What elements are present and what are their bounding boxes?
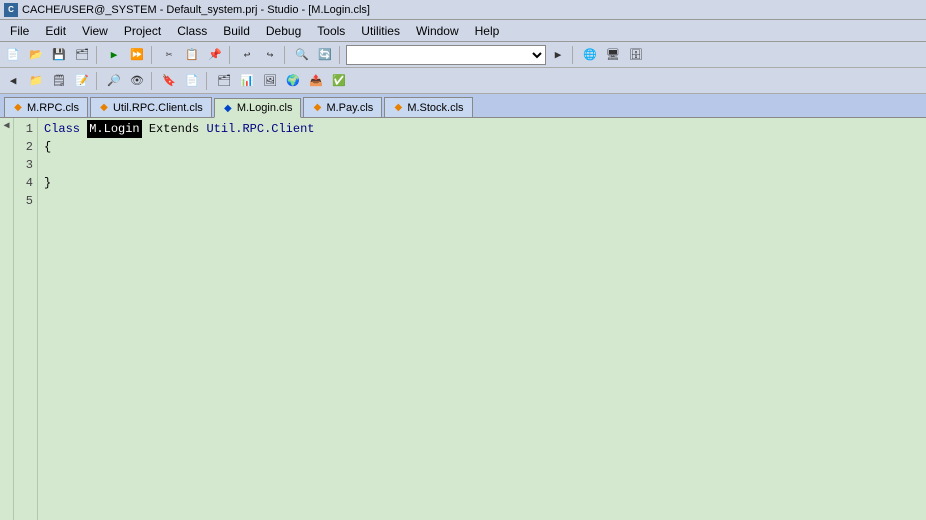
menu-project[interactable]: Project (116, 22, 169, 40)
go-button[interactable]: ▶ (547, 45, 569, 65)
open-button[interactable]: 📂 (25, 45, 47, 65)
menu-view[interactable]: View (74, 22, 116, 40)
inspect-button[interactable]: 🔎 (103, 71, 125, 91)
line-num-3: 3 (14, 156, 33, 174)
classname-highlight: M.Login (87, 120, 141, 138)
code-editor[interactable]: Class M.Login Extends Util.RPC.Client { … (38, 118, 926, 520)
web-button[interactable]: 🌐 (579, 45, 601, 65)
separator-5 (339, 46, 343, 64)
bookmark-button[interactable]: 🔖 (158, 71, 180, 91)
tab-utilrpc[interactable]: ◆ Util.RPC.Client.cls (90, 97, 212, 117)
copy-button[interactable]: 📋 (181, 45, 203, 65)
explorer2-button[interactable]: 📊 (236, 71, 258, 91)
menu-debug[interactable]: Debug (258, 22, 309, 40)
save-button[interactable]: 💾 (48, 45, 70, 65)
line-num-1: 1 (14, 120, 33, 138)
server-button[interactable]: 🖥 (602, 45, 624, 65)
titlebar: C CACHE/USER@_SYSTEM - Default_system.pr… (0, 0, 926, 20)
code-line-4: } (44, 174, 920, 192)
tab-icon-mlogin: ◆ (223, 103, 233, 113)
line-num-2: 2 (14, 138, 33, 156)
menu-build[interactable]: Build (215, 22, 258, 40)
compile-all-button[interactable]: ⏩ (126, 45, 148, 65)
line-numbers: 1 2 3 4 5 (14, 118, 38, 520)
tab-icon-mrpc: ◆ (13, 103, 23, 113)
close-brace: } (44, 174, 51, 192)
db-button[interactable]: 🗄 (625, 45, 647, 65)
global-button[interactable]: 🌍 (282, 71, 304, 91)
tab-label-mpay: M.Pay.cls (326, 102, 373, 114)
tab-mlogin[interactable]: ◆ M.Login.cls (214, 98, 302, 118)
watch-button[interactable]: 👁 (126, 71, 148, 91)
line-num-4: 4 (14, 174, 33, 192)
rtn-button[interactable]: 📝 (71, 71, 93, 91)
new-button[interactable]: 📄 (2, 45, 24, 65)
undo-button[interactable]: ↩ (236, 45, 258, 65)
explore-button[interactable]: 🗂 (213, 71, 235, 91)
menu-tools[interactable]: Tools (309, 22, 353, 40)
menu-window[interactable]: Window (408, 22, 467, 40)
redo-button[interactable]: ↪ (259, 45, 281, 65)
tab-label-mlogin: M.Login.cls (237, 102, 293, 114)
keyword-class: Class (44, 120, 80, 138)
title-text: CACHE/USER@_SYSTEM - Default_system.prj … (22, 4, 370, 16)
line-num-5: 5 (14, 192, 33, 210)
tab-mrpc[interactable]: ◆ M.RPC.cls (4, 97, 88, 117)
tab-mpay[interactable]: ◆ M.Pay.cls (303, 97, 382, 117)
editor-tabs: ◆ M.RPC.cls ◆ Util.RPC.Client.cls ◆ M.Lo… (0, 94, 926, 118)
menu-utilities[interactable]: Utilities (353, 22, 408, 40)
save-all-button[interactable]: 🗂 (71, 45, 93, 65)
separator-3 (229, 46, 233, 64)
tab-label-utilrpc: Util.RPC.Client.cls (113, 102, 203, 114)
cls-button[interactable]: 🗒 (48, 71, 70, 91)
sep-c (206, 72, 210, 90)
tab-label-mrpc: M.RPC.cls (27, 102, 79, 114)
menu-help[interactable]: Help (467, 22, 508, 40)
code-line-5 (44, 192, 920, 210)
menu-edit[interactable]: Edit (37, 22, 74, 40)
replace-button[interactable]: 🔄 (314, 45, 336, 65)
menu-file[interactable]: File (2, 22, 37, 40)
find-button[interactable]: 🔍 (291, 45, 313, 65)
cut-button[interactable]: ✂ (158, 45, 180, 65)
output-button[interactable]: 📤 (305, 71, 327, 91)
menu-class[interactable]: Class (169, 22, 215, 40)
paste-button[interactable]: 📌 (204, 45, 226, 65)
parent-class: Util.RPC.Client (206, 120, 314, 138)
code-line-3 (44, 156, 920, 174)
task-button[interactable]: ✅ (328, 71, 350, 91)
editor-area: ◀ 1 2 3 4 5 Class M.Login Extends Util.R… (0, 118, 926, 520)
keyword-extends: Extends (149, 120, 199, 138)
back-button[interactable]: ◀ (2, 71, 24, 91)
code-line-1: Class M.Login Extends Util.RPC.Client (44, 120, 920, 138)
separator-6 (572, 46, 576, 64)
open-brace: { (44, 138, 51, 156)
proj-button[interactable]: 📁 (25, 71, 47, 91)
code-line-2: { (44, 138, 920, 156)
separator-1 (96, 46, 100, 64)
toolbar-secondary: ◀ 📁 🗒 📝 🔎 👁 🔖 📄 🗂 📊 🖼 🌍 📤 ✅ (0, 68, 926, 94)
tab-icon-mpay: ◆ (312, 103, 322, 113)
sep-a (96, 72, 100, 90)
template-button[interactable]: 📄 (181, 71, 203, 91)
namespace-combo[interactable] (346, 45, 546, 65)
compile-button[interactable]: ▶ (103, 45, 125, 65)
separator-2 (151, 46, 155, 64)
tab-icon-utilrpc: ◆ (99, 103, 109, 113)
tab-icon-mstock: ◆ (393, 103, 403, 113)
workspace-button[interactable]: 🖼 (259, 71, 281, 91)
app-icon: C (4, 3, 18, 17)
menubar: File Edit View Project Class Build Debug… (0, 20, 926, 42)
separator-4 (284, 46, 288, 64)
toolbar-main: 📄 📂 💾 🗂 ▶ ⏩ ✂ 📋 📌 ↩ ↪ 🔍 🔄 ▶ 🌐 🖥 🗄 (0, 42, 926, 68)
nav-arrow[interactable]: ◀ (0, 118, 14, 520)
sep-b (151, 72, 155, 90)
tab-label-mstock: M.Stock.cls (407, 102, 463, 114)
tab-mstock[interactable]: ◆ M.Stock.cls (384, 97, 472, 117)
